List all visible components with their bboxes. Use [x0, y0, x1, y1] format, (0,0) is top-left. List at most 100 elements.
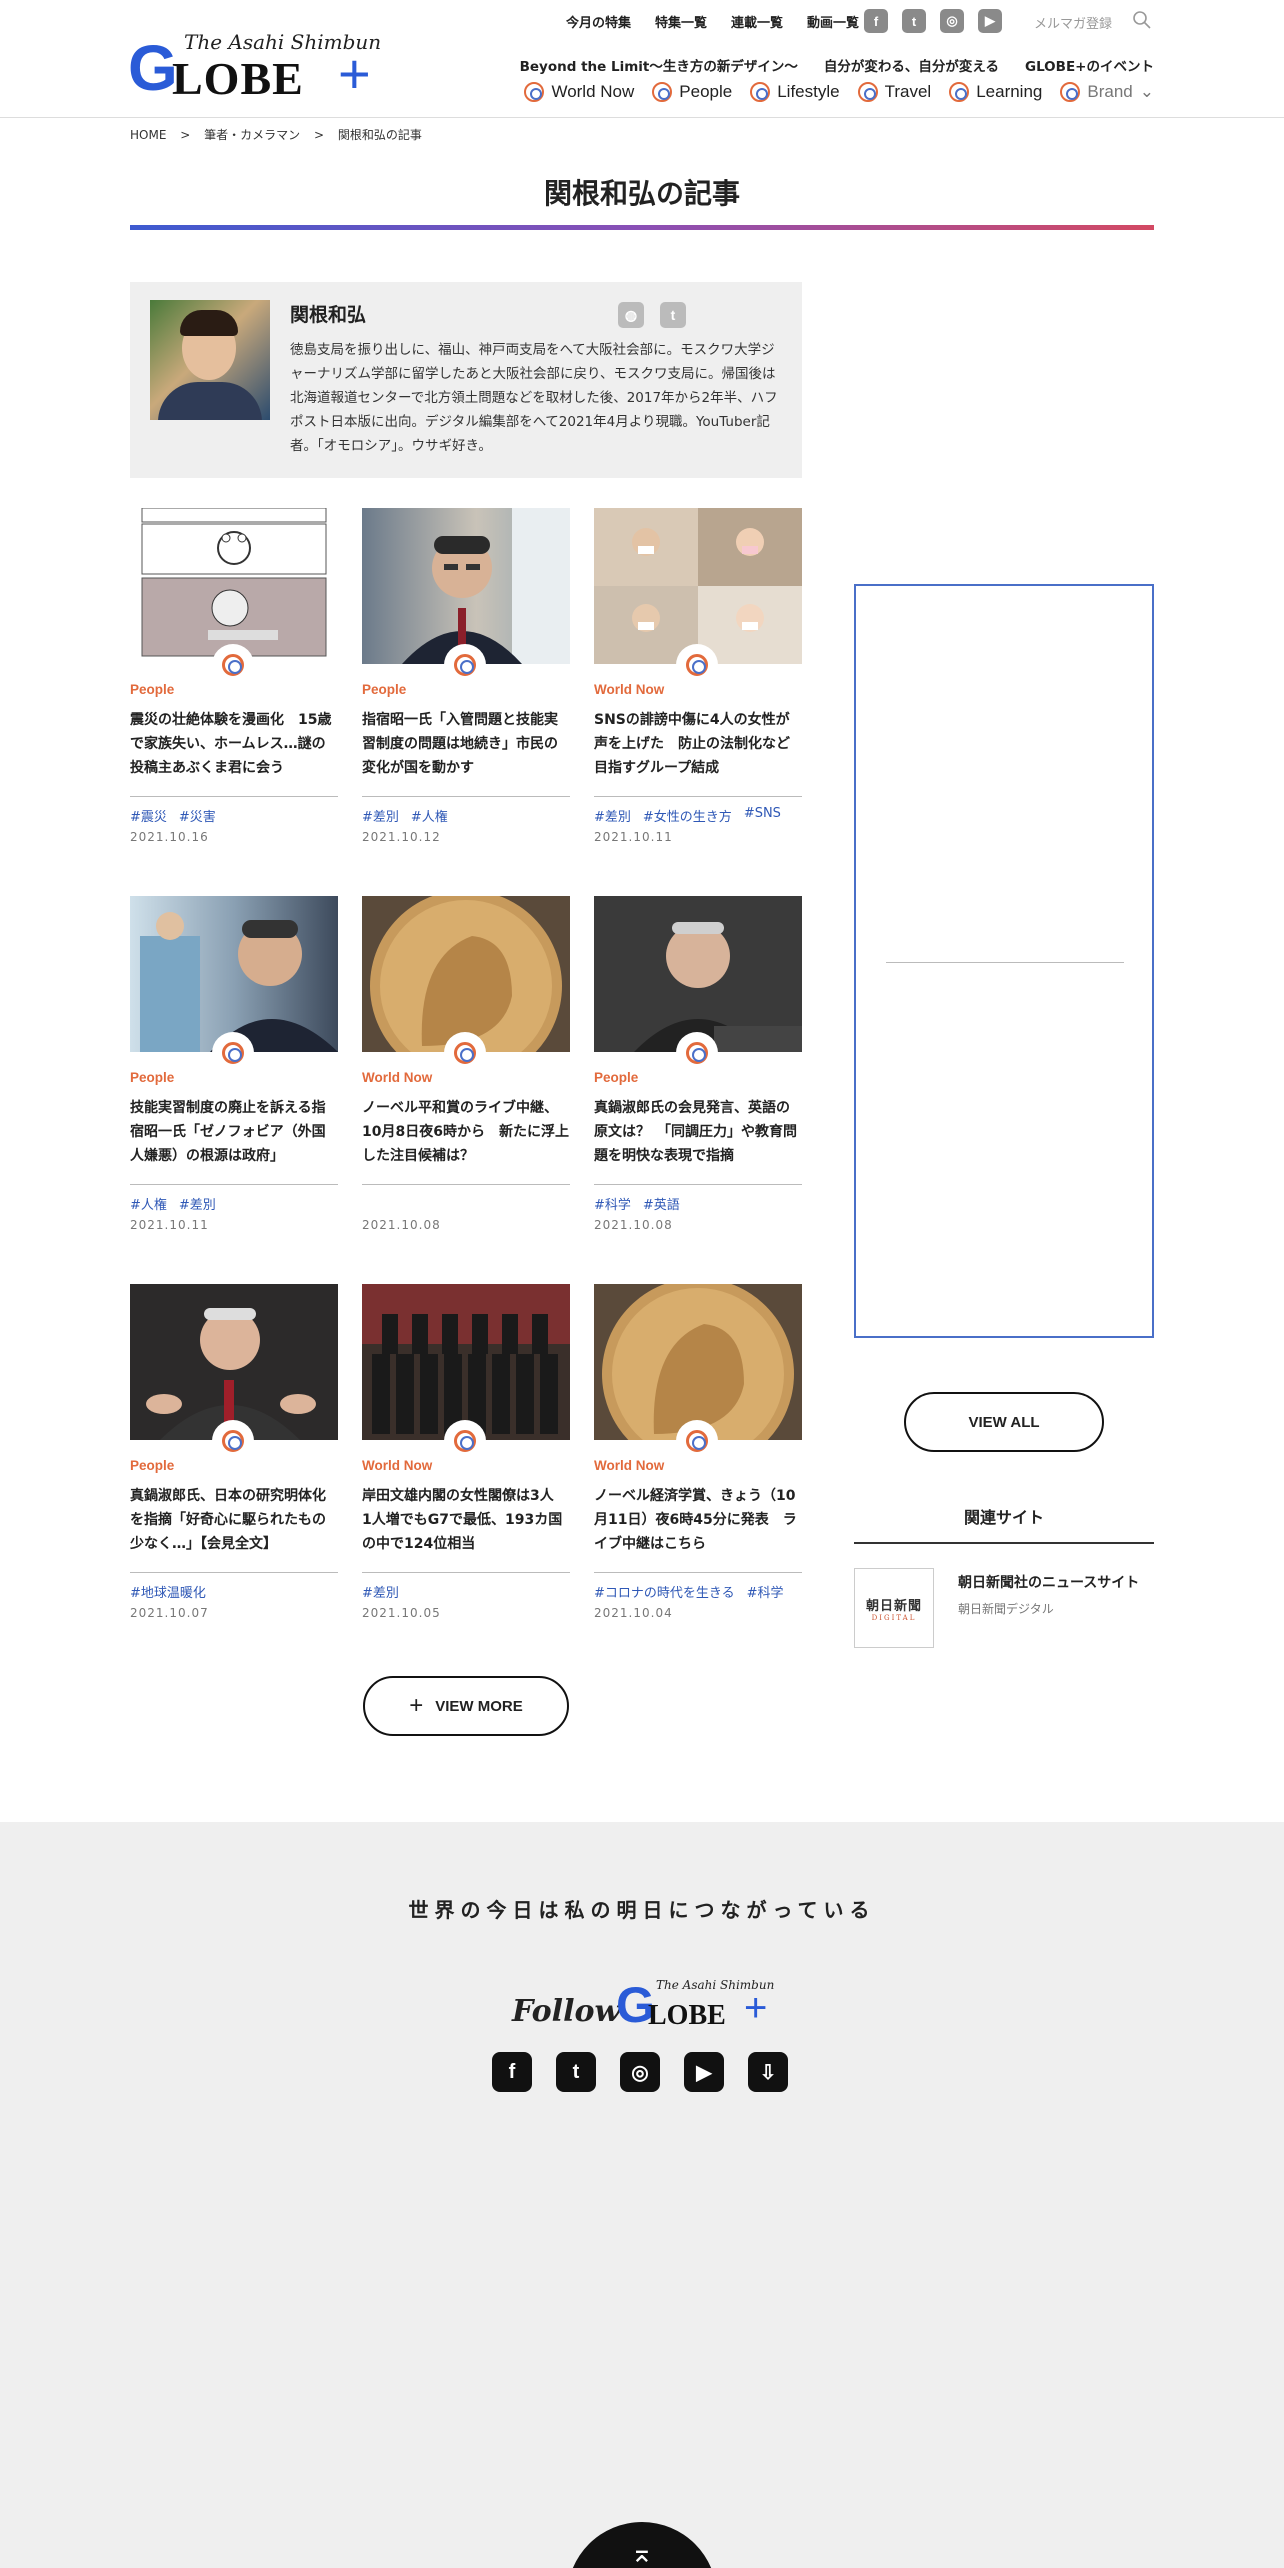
article-tag[interactable]: #コロナの時代を生きる [594, 1582, 735, 1601]
ad-banner[interactable] [854, 584, 1154, 1338]
asahi-digital-logo[interactable]: 朝日新聞 DIGITAL [854, 1568, 934, 1648]
article-card[interactable]: People 真鍋淑郎氏、日本の研究明体化を指摘「好奇心に駆られたもの少なく…」… [130, 1284, 338, 1624]
article-card[interactable]: World Now ノーベル平和賞のライブ中継、10月8日夜6時から 新たに浮上… [362, 896, 570, 1236]
breadcrumb: HOME > 筆者・カメラマン > 関根和弘の記事 [130, 126, 432, 143]
youtube-icon[interactable]: ▶ [978, 9, 1002, 33]
article-title: 真鍋淑郎氏、日本の研究明体化を指摘「好奇心に駆られたもの少なく…」【会見全文】 [130, 1488, 326, 1552]
world-now-icon [454, 1430, 476, 1452]
world-now-icon [686, 1430, 708, 1452]
article-tag[interactable]: #人権 [130, 1194, 167, 1213]
category-badge [444, 644, 486, 686]
article-title: ノーベル経済学賞、きょう（10月11日）夜6時45分に発表 ライブ中継はこちら [594, 1488, 797, 1552]
article-thumbnail [594, 1284, 802, 1440]
article-card[interactable]: People 技能実習制度の廃止を訴える指宿昭一氏「ゼノフォビア（外国人嫌悪）の… [130, 896, 338, 1236]
category-learning[interactable]: Learning [949, 82, 1042, 102]
search-icon[interactable] [1132, 10, 1152, 30]
instagram-icon[interactable]: ◎ [620, 2052, 660, 2092]
article-card[interactable]: World Now 岸田文雄内閣の女性閣僚は3人 1人増でもG7で最低、193カ… [362, 1284, 570, 1624]
article-tag[interactable]: #SNS [744, 806, 781, 825]
article-card[interactable]: People 真鍋淑郎氏の会見発言、英語の原文は？ 「同調圧力」や教育問題を明快… [594, 896, 802, 1236]
back-to-top-button[interactable]: ⌅ [567, 2522, 717, 2568]
article-date: 2021.10.08 [362, 1218, 441, 1232]
download-icon[interactable]: ⇩ [748, 2052, 788, 2092]
category-brand[interactable]: Brand ⌄ [1060, 82, 1154, 102]
article-date: 2021.10.12 [362, 830, 441, 844]
view-all-button[interactable]: VIEW ALL [904, 1392, 1104, 1452]
subnav-beyond-the-limit[interactable]: Beyond the Limit～生き方の新デザイン～ [520, 55, 798, 75]
category-lifestyle[interactable]: Lifestyle [750, 82, 840, 102]
article-tag[interactable]: #科学 [594, 1194, 631, 1213]
facebook-icon[interactable]: f [492, 2052, 532, 2092]
article-tag[interactable]: #差別 [362, 1582, 399, 1601]
plus-icon: + [409, 1692, 424, 1719]
article-tag[interactable]: #差別 [179, 1194, 216, 1213]
follow-globe-plus: Follow The Asahi Shimbun G LOBE + [512, 1978, 782, 2038]
article-title: ノーベル平和賞のライブ中継、10月8日夜6時から 新たに浮上した注目候補は？ [362, 1100, 569, 1164]
category-people[interactable]: People [652, 82, 732, 102]
breadcrumb-writers[interactable]: 筆者・カメラマン [204, 128, 300, 142]
breadcrumb-separator: > [180, 128, 191, 142]
instagram-icon[interactable]: ◎ [940, 9, 964, 33]
article-tags: #差別 #女性の生き方 #SNS [594, 806, 781, 825]
facebook-icon[interactable]: f [864, 9, 888, 33]
article-title: SNSの誹謗中傷に4人の女性が声を上げた 防止の法制化など目指すグループ結成 [594, 712, 790, 776]
article-tag[interactable]: #女性の生き方 [643, 806, 732, 825]
topnav-feature-list[interactable]: 特集一覧 [655, 12, 707, 31]
article-thumbnail [130, 896, 338, 1052]
category-label: Travel [884, 82, 932, 101]
related-site-title[interactable]: 朝日新聞社のニュースサイト [958, 1572, 1139, 1592]
breadcrumb-home[interactable]: HOME [130, 128, 166, 142]
article-tag[interactable]: #科学 [747, 1582, 784, 1601]
related-site-subtitle: 朝日新聞デジタル [958, 1602, 1054, 1616]
category-label: Lifestyle [777, 82, 840, 101]
subnav-events[interactable]: GLOBE+のイベント [1025, 55, 1154, 75]
article-tags: #差別 [362, 1582, 399, 1601]
category-badge [444, 1032, 486, 1074]
brand-icon [1060, 82, 1081, 102]
topnav-series-list[interactable]: 連載一覧 [731, 12, 783, 31]
website-icon[interactable]: ◍ [618, 302, 644, 328]
lifestyle-icon [750, 82, 771, 102]
article-category: People [130, 1458, 175, 1473]
topnav-monthly-feature[interactable]: 今月の特集 [566, 12, 631, 31]
twitter-icon[interactable]: t [660, 302, 686, 328]
youtube-icon[interactable]: ▶ [684, 2052, 724, 2092]
twitter-icon[interactable]: t [556, 2052, 596, 2092]
article-title: 岸田文雄内閣の女性閣僚は3人 1人増でもG7で最低、193カ国の中で124位相当 [362, 1488, 568, 1552]
newsletter-link[interactable]: メルマガ登録 [1034, 13, 1112, 32]
people-icon [222, 1430, 244, 1452]
category-badge [676, 1420, 718, 1462]
article-category: People [362, 682, 407, 697]
globe-plus-logo[interactable]: The Asahi Shimbun G LOBE + [128, 30, 388, 110]
article-tag[interactable]: #災害 [179, 806, 216, 825]
article-date: 2021.10.11 [130, 1218, 209, 1232]
article-card[interactable]: World Now SNSの誹謗中傷に4人の女性が声を上げた 防止の法制化など目… [594, 508, 802, 848]
view-more-button[interactable]: + VIEW MORE [363, 1676, 569, 1736]
article-tag[interactable]: #差別 [594, 806, 631, 825]
category-badge [212, 1032, 254, 1074]
article-card[interactable]: People 震災の壮絶体験を漫画化 15歳で家族失い、ホームレス…謎の投稿主あ… [130, 508, 338, 848]
topnav-video-list[interactable]: 動画一覧 [807, 12, 859, 31]
category-nav: World Now People Lifestyle Travel Learni… [524, 82, 1154, 102]
subnav-change-yourself[interactable]: 自分が変わる、自分が変える [824, 55, 999, 75]
article-tag[interactable]: #地球温暖化 [130, 1582, 206, 1601]
article-title: 技能実習制度の廃止を訴える指宿昭一氏「ゼノフォビア（外国人嫌悪）の根源は政府」 [130, 1100, 326, 1164]
divider [130, 1184, 338, 1185]
page-title: 関根和弘の記事 [543, 177, 740, 210]
article-card[interactable]: People 指宿昭一氏「入管問題と技能実習制度の問題は地続き」市民の変化が国を… [362, 508, 570, 848]
author-name: 関根和弘 [290, 304, 367, 326]
twitter-icon[interactable]: t [902, 9, 926, 33]
category-label: World Now [551, 82, 635, 101]
divider [594, 796, 802, 797]
article-tag[interactable]: #人権 [411, 806, 448, 825]
article-tag[interactable]: #英語 [643, 1194, 680, 1213]
category-world-now[interactable]: World Now [524, 82, 634, 102]
article-card[interactable]: World Now ノーベル経済学賞、きょう（10月11日）夜6時45分に発表 … [594, 1284, 802, 1624]
author-bio: 徳島支局を振り出しに、福山、神戸両支局をへて大阪社会部に。モスクワ大学ジャーナリ… [290, 342, 778, 454]
article-tag[interactable]: #差別 [362, 806, 399, 825]
breadcrumb-current: 関根和弘の記事 [337, 128, 422, 142]
divider [854, 1542, 1154, 1544]
category-travel[interactable]: Travel [857, 82, 932, 102]
logo-text: 朝日新聞 [865, 1598, 922, 1614]
article-tag[interactable]: #震災 [130, 806, 167, 825]
